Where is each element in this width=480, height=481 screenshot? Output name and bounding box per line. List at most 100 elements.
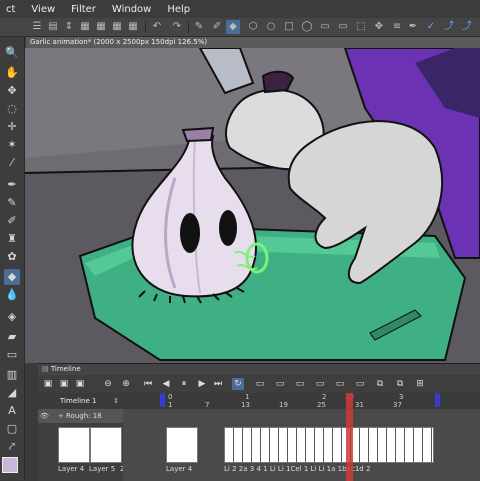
grid3-icon[interactable]: ▦ (110, 20, 124, 34)
timeline-settings-icon[interactable]: ▣ (58, 378, 70, 390)
frame-tool-5-icon[interactable]: ▭ (334, 378, 346, 390)
link-icon[interactable]: ⊞ (414, 378, 426, 390)
playhead[interactable] (346, 393, 353, 481)
rect2-icon[interactable]: ▭ (336, 20, 350, 34)
zoom-in-icon[interactable]: ⊕ (120, 378, 132, 390)
correct-line-icon[interactable]: ⤤ (4, 439, 20, 455)
timeline-dropdown-icon[interactable]: ⇕ (113, 393, 119, 409)
hand-icon[interactable]: ✋ (4, 65, 20, 81)
frame-tool-1-icon[interactable]: ▭ (254, 378, 266, 390)
undo-icon[interactable]: ↶ (150, 20, 164, 34)
frame-ruler[interactable]: 0 1 2 3 1 7 13 19 25 29 31 37 (123, 393, 480, 409)
last-frame-icon[interactable]: ⏭ (212, 378, 224, 390)
cel-label-r2: 3 (249, 465, 255, 473)
prev-frame-icon[interactable]: ◀ (160, 378, 172, 390)
select-icon[interactable]: ⬚ (354, 20, 368, 34)
frame-tool-2-icon[interactable]: ▭ (274, 378, 286, 390)
grid2-icon[interactable]: ▦ (94, 20, 108, 34)
zoom-icon[interactable]: 🔍 (4, 45, 20, 61)
cross-icon[interactable]: ✛ (4, 119, 20, 135)
grid4-icon[interactable]: ▦ (126, 20, 140, 34)
square-icon[interactable]: □ (282, 20, 296, 34)
vector-icon[interactable]: ⤴ (442, 20, 456, 34)
menu-view[interactable]: View (31, 4, 55, 15)
text-icon[interactable]: A (4, 403, 20, 419)
move-tool-icon[interactable]: ✥ (4, 83, 20, 99)
play-icon[interactable]: ⏸ (178, 378, 190, 390)
menu-edit[interactable]: ct (6, 4, 15, 15)
ellipse-icon[interactable]: ◯ (300, 20, 314, 34)
start-marker[interactable] (160, 393, 165, 407)
fill-icon[interactable]: ✐ (210, 20, 224, 34)
hamburger-icon[interactable]: ☰ (30, 20, 44, 34)
eye-icon[interactable]: 👁 (40, 409, 49, 423)
hexagon-icon[interactable]: ⬡ (246, 20, 260, 34)
brush-icon[interactable]: ✎ (192, 20, 206, 34)
redo-icon[interactable]: ↷ (170, 20, 184, 34)
frame-icon[interactable]: ▥ (4, 367, 20, 383)
main-color-swatch[interactable] (2, 457, 18, 473)
snap-icon[interactable]: ⤴ (460, 20, 474, 34)
cel-labels-right: Li 2 2a 3 4 1 Li Li 1Cel 1 Li Li 1a 1b1c… (224, 465, 444, 473)
figure-icon[interactable]: ▭ (4, 347, 20, 363)
frame-tool-6-icon[interactable]: ▭ (354, 378, 366, 390)
cel-thumb-2[interactable] (90, 427, 122, 463)
frame-tool-3-icon[interactable]: ▭ (294, 378, 306, 390)
pen-icon[interactable]: ✒ (406, 20, 420, 34)
menu-help[interactable]: Help (167, 4, 190, 15)
timeline-name: Timeline 1 (60, 397, 97, 405)
layer-row-rough[interactable]: 👁 + Rough: 18 (38, 409, 123, 423)
pen-tool-icon[interactable]: ✒ (4, 177, 20, 193)
ruler-icon[interactable]: ◢ (4, 385, 20, 401)
first-frame-icon[interactable]: ⏮ (142, 378, 154, 390)
cel-thumb-3[interactable] (166, 427, 198, 463)
cel-label-layer4: Layer 4 (58, 465, 85, 473)
stabilize-icon[interactable]: ✓ (424, 20, 438, 34)
cel-strip[interactable] (224, 427, 434, 463)
gradient-icon[interactable]: ▰ (4, 329, 20, 345)
sparkle-icon[interactable]: ✶ (4, 137, 20, 153)
timeline-panel-title: Timeline (50, 365, 81, 373)
timeline-controls: ▣ ▣ ▣ ⊖ ⊕ ⏮ ◀ ⏸ ▶ ⏭ ↻ ▭ ▭ ▭ ▭ ▭ ▭ ⧉ ⧉ ⊞ (38, 375, 480, 393)
stepper-icon[interactable]: ⇕ (62, 20, 76, 34)
timeline-track[interactable]: Timeline 1 ⇕ 👁 + Rough: 18 Layer 4 Layer… (38, 393, 480, 481)
layer-icon[interactable]: ▤ (46, 20, 60, 34)
zoom-out-icon[interactable]: ⊖ (102, 378, 114, 390)
end-marker[interactable] (435, 393, 440, 407)
frame-tool-4-icon[interactable]: ▭ (314, 378, 326, 390)
balloon-icon[interactable]: ▢ (4, 421, 20, 437)
cel-label-r5: Li Li 1Cel 1 (269, 465, 309, 473)
cel-label-layer5: Layer 5 (89, 465, 116, 473)
new-timeline-icon[interactable]: ▣ (42, 378, 54, 390)
blend-icon[interactable]: 💧 (4, 287, 20, 303)
list-icon[interactable]: ≡ (390, 20, 404, 34)
onion-skin-2-icon[interactable]: ⧉ (394, 378, 406, 390)
grid-icon[interactable]: ▦ (78, 20, 92, 34)
move-icon[interactable]: ✥ (372, 20, 386, 34)
pencil-icon[interactable]: ✎ (4, 195, 20, 211)
ruler-bot-31: 31 (355, 401, 364, 409)
decoration-icon[interactable]: ✿ (4, 249, 20, 265)
rect-icon[interactable]: ▭ (318, 20, 332, 34)
cel-label-r4: 1 (263, 465, 268, 473)
cel-thumb-1[interactable] (58, 427, 90, 463)
loop-icon[interactable]: ↻ (232, 378, 244, 390)
expand-icon[interactable]: + (58, 409, 64, 423)
eraser-tool-icon[interactable]: ◆ (4, 269, 20, 285)
menu-filter[interactable]: Filter (71, 4, 96, 15)
fill-tool-icon[interactable]: ◈ (4, 309, 20, 325)
document-tab[interactable]: Garlic animation* (2000 x 2500px 150dpi … (26, 37, 480, 48)
lasso-icon[interactable]: ◌ (4, 101, 20, 117)
next-frame-icon[interactable]: ▶ (196, 378, 208, 390)
onion-skin-icon[interactable]: ⧉ (374, 378, 386, 390)
menu-window[interactable]: Window (112, 4, 151, 15)
menu-bar: ct View Filter Window Help (0, 0, 480, 18)
timeline-copy-icon[interactable]: ▣ (74, 378, 86, 390)
canvas[interactable] (25, 48, 480, 363)
circle-icon[interactable]: ○ (264, 20, 278, 34)
airbrush-icon[interactable]: ♜ (4, 231, 20, 247)
eyedropper-icon[interactable]: ⁄ (4, 155, 20, 171)
brush-tool-icon[interactable]: ✐ (4, 213, 20, 229)
timeline-name-cell[interactable]: Timeline 1 ⇕ (38, 393, 123, 409)
eraser-icon[interactable]: ◆ (226, 20, 240, 34)
